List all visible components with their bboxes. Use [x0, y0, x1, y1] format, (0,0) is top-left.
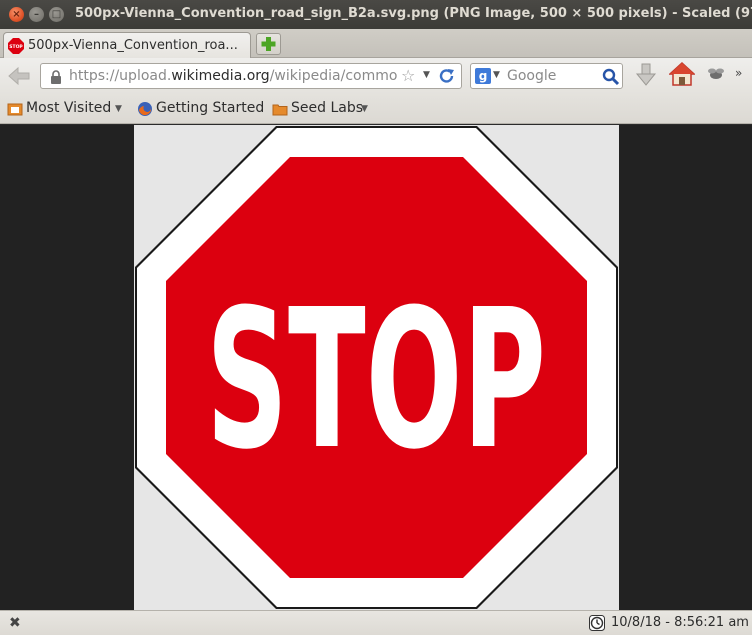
- stop-sign-image: STOP: [135, 126, 618, 609]
- url-text[interactable]: https://upload.wikimedia.org/wikipedia/c…: [69, 68, 399, 84]
- bookmark-label: Most Visited: [26, 100, 112, 116]
- download-icon[interactable]: [634, 62, 658, 88]
- search-engine-dropdown-icon[interactable]: ▼: [493, 70, 500, 80]
- bookmarks-toolbar: Most Visited ▼ Getting Started Seed Labs…: [0, 94, 752, 124]
- back-arrow-icon[interactable]: [6, 64, 32, 88]
- url-history-dropdown-icon[interactable]: ▼: [423, 70, 430, 80]
- page-content: STOP: [0, 125, 752, 610]
- url-suffix: /wikipedia/commo: [269, 68, 398, 84]
- minimize-icon: –: [34, 9, 39, 20]
- chevron-down-icon: ▼: [361, 104, 368, 114]
- tab-strip: STOP 500px-Vienna_Convention_roa...: [0, 29, 752, 59]
- title-bar: × – □ 500px-Vienna_Convention_road_sign_…: [0, 0, 752, 29]
- plus-icon: [261, 37, 276, 51]
- chevron-down-icon: ▼: [115, 104, 122, 114]
- clock-icon: [589, 615, 605, 631]
- reload-icon[interactable]: [437, 67, 457, 85]
- image-viewer[interactable]: STOP: [134, 125, 619, 610]
- bookmark-star-icon[interactable]: ☆: [401, 66, 415, 85]
- window-close-button[interactable]: ×: [9, 7, 24, 22]
- window-title: 500px-Vienna_Convention_road_sign_B2a.sv…: [75, 6, 752, 21]
- status-bar: ✖ 10/8/18 - 8:56:21 am: [0, 610, 752, 635]
- favicon-text: STOP: [9, 44, 23, 50]
- close-icon[interactable]: ✖: [9, 615, 21, 631]
- toolbar-overflow-icon[interactable]: »: [735, 66, 742, 80]
- lock-icon: [51, 70, 61, 84]
- url-prefix: https://upload.: [69, 68, 172, 84]
- navigation-toolbar: https://upload.wikimedia.org/wikipedia/c…: [0, 58, 752, 94]
- firefox-icon: [138, 102, 152, 116]
- home-icon[interactable]: [669, 61, 695, 87]
- search-input[interactable]: [507, 67, 599, 85]
- folder-icon: [7, 103, 23, 116]
- bookmark-label: Seed Labs: [291, 100, 364, 116]
- new-tab-button[interactable]: [256, 33, 281, 55]
- window-minimize-button[interactable]: –: [29, 7, 44, 22]
- extension-icon[interactable]: [705, 64, 727, 84]
- folder-icon: [272, 104, 288, 116]
- url-bar[interactable]: https://upload.wikimedia.org/wikipedia/c…: [40, 63, 462, 89]
- close-icon: ×: [12, 9, 21, 20]
- url-domain: wikimedia.org: [171, 68, 270, 84]
- search-bar[interactable]: g ▼: [470, 63, 623, 89]
- tab-active[interactable]: STOP 500px-Vienna_Convention_roa...: [3, 32, 251, 59]
- bookmark-label: Getting Started: [156, 100, 265, 116]
- google-icon[interactable]: g: [475, 68, 491, 84]
- tab-title: 500px-Vienna_Convention_roa...: [28, 38, 238, 53]
- window-maximize-button[interactable]: □: [49, 7, 64, 22]
- magnifier-icon[interactable]: [602, 68, 620, 86]
- maximize-icon: □: [51, 9, 62, 20]
- status-datetime: 10/8/18 - 8:56:21 am: [611, 615, 749, 630]
- sign-text: STOP: [206, 269, 546, 492]
- stop-sign-favicon-icon: STOP: [8, 38, 24, 54]
